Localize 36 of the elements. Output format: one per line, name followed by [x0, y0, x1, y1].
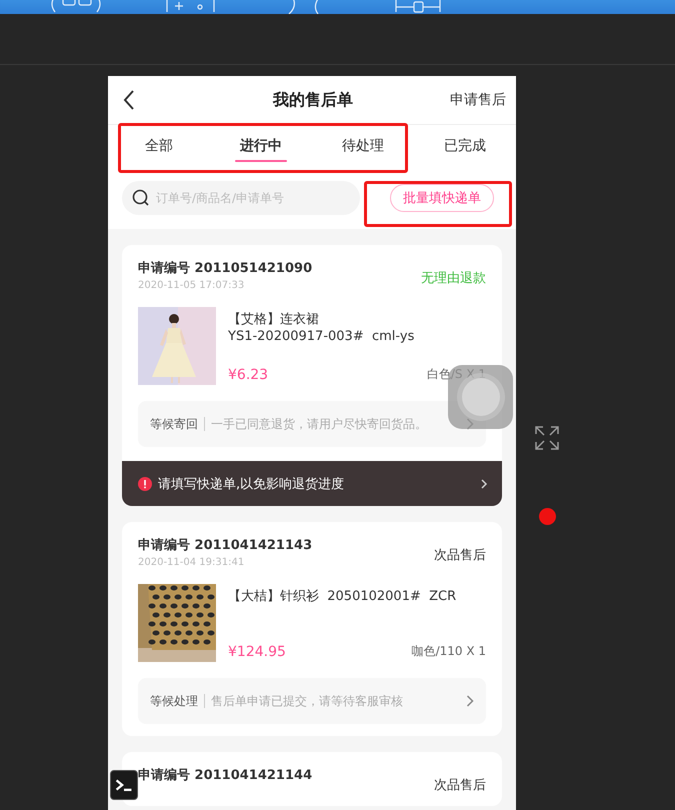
- apply-link[interactable]: 申请售后: [450, 91, 506, 109]
- product-spec: 咖色/110 X 1: [412, 643, 486, 660]
- product-code: YS1-20200917-003# cml-ys: [228, 328, 416, 345]
- refund-type: 次品售后: [434, 777, 486, 794]
- request-date: 2020-11-05 17:07:33: [138, 280, 246, 291]
- expand-icon[interactable]: [534, 425, 560, 451]
- request-number: 申请编号 2011051421090: [138, 260, 312, 277]
- notice-text: 请填写快递单,以免影响退货进度: [158, 476, 346, 492]
- page-title: 我的售后单: [272, 90, 354, 110]
- tab[interactable]: 已完成: [414, 125, 516, 173]
- terminal-icon[interactable]: [110, 770, 138, 800]
- tab[interactable]: 进行中: [210, 125, 312, 173]
- record-dot-icon[interactable]: [539, 508, 556, 525]
- warning-icon: [138, 476, 152, 490]
- tab[interactable]: 待处理: [312, 125, 414, 173]
- chevron-icon: [466, 695, 474, 707]
- refund-type: 无理由退款: [421, 270, 486, 287]
- search-field[interactable]: 订单号/商品名/申请单号: [122, 181, 360, 215]
- status-label: 等候处理: [150, 692, 198, 710]
- notice-bar[interactable]: 请填写快递单,以免影响退货进度: [122, 461, 502, 506]
- product-title: 【大桔】针织衫 2050102001# ZCR: [228, 588, 458, 605]
- back-icon[interactable]: [122, 89, 136, 111]
- status-row[interactable]: 等候处理 售后单申请已提交，请等待客服审核: [138, 678, 486, 724]
- status-label: 等候寄回: [150, 416, 198, 432]
- request-date: 2020-11-04 19:31:41: [138, 557, 246, 568]
- product-price: ¥6.23: [228, 366, 268, 382]
- request-number: 申请编号 2011041421143: [138, 536, 312, 554]
- tab[interactable]: 全部: [108, 125, 210, 173]
- request-number: 申请编号 2011041421144: [138, 766, 312, 784]
- product-title: 【艾格】连衣裙: [228, 311, 320, 328]
- chevron-icon: [480, 478, 488, 490]
- status-message: 一手已同意退货，请用户尽快寄回货品。: [211, 416, 428, 432]
- product-price: ¥124.95: [228, 644, 286, 660]
- refund-type: 次品售后: [434, 547, 486, 564]
- status-message: 售后单申请已提交，请等待客服审核: [211, 692, 404, 710]
- status-row[interactable]: 等候寄回 一手已同意退货，请用户尽快寄回货品。: [138, 401, 486, 447]
